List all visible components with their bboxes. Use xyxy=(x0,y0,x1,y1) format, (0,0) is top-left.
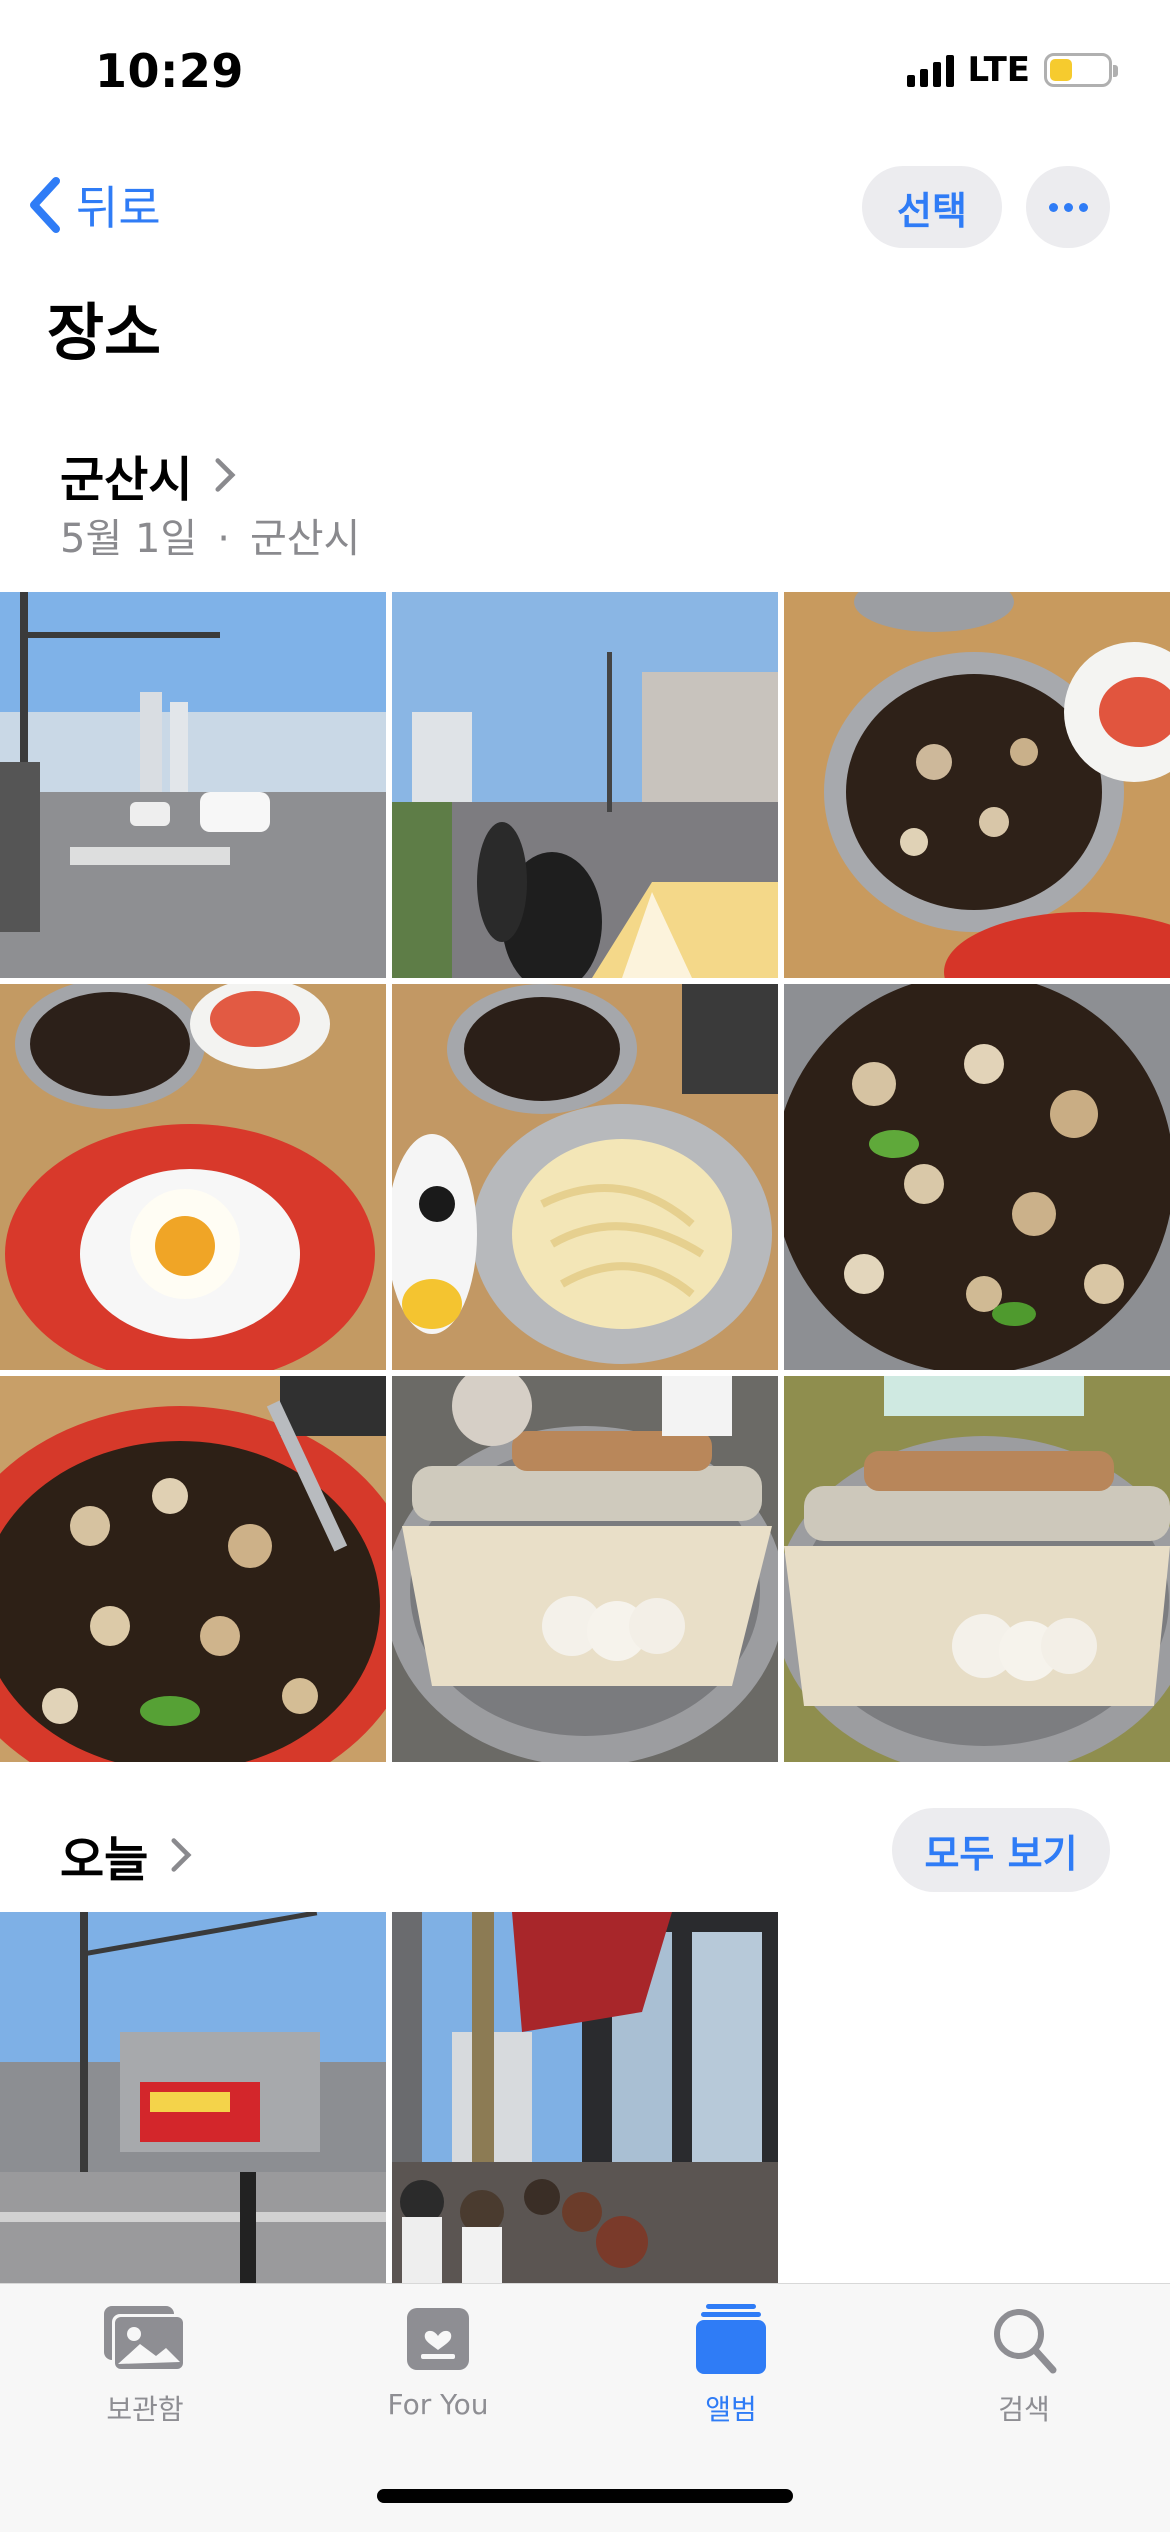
photo-thumbnail[interactable] xyxy=(0,984,386,1370)
section-header-today[interactable]: 오늘 xyxy=(60,1820,192,1890)
status-icons: LTE xyxy=(906,50,1118,90)
tab-label: 앨범 xyxy=(705,2393,757,2426)
section-title: 오늘 xyxy=(60,1832,149,1888)
photo-thumbnail[interactable] xyxy=(0,1912,386,2298)
tab-albums[interactable]: 앨범 xyxy=(631,2302,831,2428)
photo-grid-gunsan xyxy=(0,592,1170,1762)
albums-icon xyxy=(696,2304,766,2374)
section-header-gunsan[interactable]: 군산시 xyxy=(60,440,236,510)
page-title: 장소 xyxy=(47,296,162,369)
tab-library[interactable]: 보관함 xyxy=(45,2302,245,2428)
section-subtitle: 5월 1일 · 군산시 xyxy=(60,506,360,564)
tab-label: 보관함 xyxy=(106,2393,184,2426)
tab-label: 검색 xyxy=(998,2393,1050,2426)
status-time: 10:29 xyxy=(95,44,244,98)
photo-library-icon xyxy=(104,2306,186,2372)
photo-thumbnail[interactable] xyxy=(392,984,778,1370)
cellular-signal-icon xyxy=(906,53,954,87)
home-indicator[interactable] xyxy=(377,2489,793,2503)
chevron-left-icon xyxy=(30,177,60,233)
see-all-button[interactable]: 모두 보기 xyxy=(892,1808,1110,1892)
tab-search[interactable]: 검색 xyxy=(924,2302,1124,2428)
battery-level xyxy=(1050,59,1073,81)
section-title: 군산시 xyxy=(60,452,193,508)
photo-thumbnail[interactable] xyxy=(392,1912,778,2298)
photo-thumbnail[interactable] xyxy=(0,1376,386,1762)
tab-label: For You xyxy=(387,2388,489,2421)
tab-for-you[interactable]: For You xyxy=(338,2302,538,2421)
section-place: 군산시 xyxy=(249,516,361,562)
photo-grid-today xyxy=(0,1912,1170,2298)
screen: 10:29 LTE 뒤로 선택 장소 군산시 5월 1일 · 군산시 오늘 모두… xyxy=(0,0,1170,2532)
photo-thumbnail[interactable] xyxy=(392,1376,778,1762)
search-icon xyxy=(994,2309,1057,2374)
photo-thumbnail[interactable] xyxy=(0,592,386,978)
back-button[interactable]: 뒤로 xyxy=(26,172,161,238)
chevron-right-icon xyxy=(171,1838,192,1872)
select-button[interactable]: 선택 xyxy=(862,166,1002,248)
for-you-icon xyxy=(407,2308,469,2370)
photo-thumbnail[interactable] xyxy=(784,984,1170,1370)
separator-dot: · xyxy=(217,516,230,562)
photo-thumbnail[interactable] xyxy=(784,592,1170,978)
chevron-right-icon xyxy=(215,458,236,492)
section-date: 5월 1일 xyxy=(60,516,198,562)
more-options-button[interactable] xyxy=(1026,166,1110,248)
battery-icon xyxy=(1044,53,1118,87)
ellipsis-icon xyxy=(1048,202,1058,212)
back-label: 뒤로 xyxy=(76,181,161,235)
photo-thumbnail[interactable] xyxy=(392,592,778,978)
network-type: LTE xyxy=(967,50,1030,90)
photo-thumbnail[interactable] xyxy=(784,1376,1170,1762)
